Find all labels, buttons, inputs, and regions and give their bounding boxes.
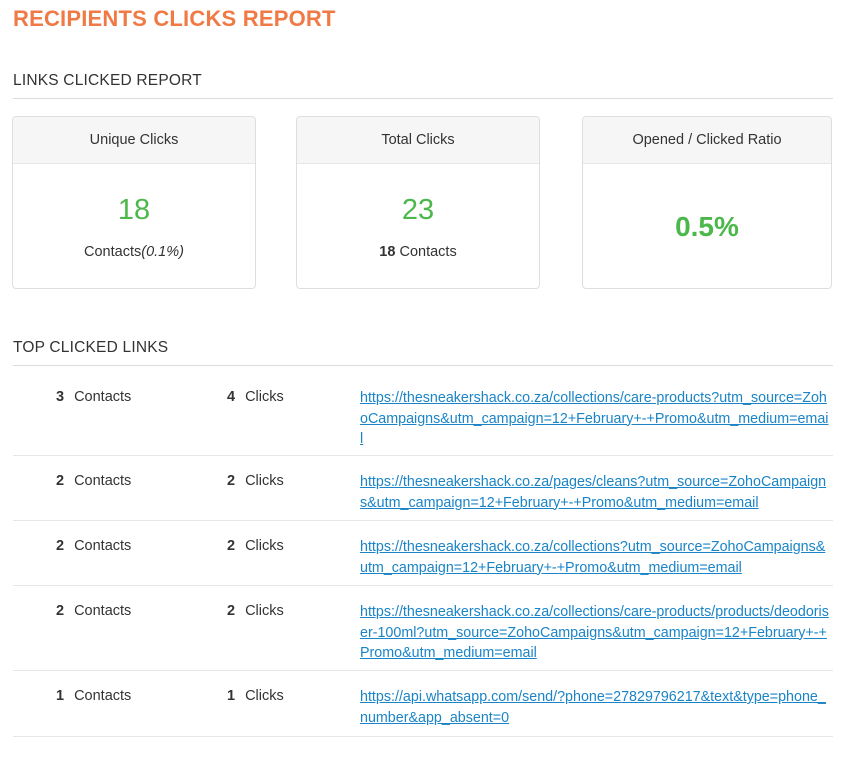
table-row: 1 Contacts 1 Clicks https://api.whatsapp.c… [13,671,833,737]
clicks-cell: 4 Clicks [227,389,284,405]
contacts-label: Contacts [74,389,132,405]
top-links-table: 3 Contacts 4 Clicks https://thesneakershac… [13,372,833,737]
unique-clicks-card: Unique Clicks 18 Contacts(0.1%) [12,116,256,289]
total-clicks-card-title: Total Clicks [297,117,539,164]
table-row: 3 Contacts 4 Clicks https://thesneakershac… [13,372,833,456]
table-row: 2 Contacts 2 Clicks https://thesneakershac… [13,586,833,671]
contacts-cell: 3 Contacts [56,389,131,405]
clicks-cell: 1 Clicks [227,688,284,704]
unique-clicks-value: 18 [117,194,151,226]
contacts-count: 1 [56,688,65,704]
clicks-count: 4 [227,389,236,405]
contacts-count: 2 [56,473,65,489]
ratio-value: 0.5% [675,211,739,242]
unique-clicks-contacts-label: Contacts [84,244,142,260]
clicks-count: 2 [227,473,236,489]
link-url[interactable]: https://thesneakershack.co.za/collection… [360,537,830,578]
table-row: 2 Contacts 2 Clicks https://thesneakershac… [13,521,833,586]
table-row: 2 Contacts 2 Clicks https://thesneakershac… [13,456,833,521]
link-url[interactable]: https://api.whatsapp.com/send/?phone=278… [360,687,830,728]
total-clicks-contacts-count: 18 [379,244,396,260]
contacts-cell: 2 Contacts [56,603,131,619]
total-clicks-contacts-label: Contacts [399,244,457,260]
links-clicked-report-heading: LINKS CLICKED REPORT [13,72,833,99]
contacts-count: 3 [56,389,65,405]
top-clicked-links-heading: TOP CLICKED LINKS [13,339,833,366]
clicks-count: 1 [227,688,236,704]
opened-clicked-ratio-card: Opened / Clicked Ratio 0.5% [582,116,832,289]
total-clicks-subtext: 18 Contacts [297,244,539,260]
contacts-label: Contacts [74,688,132,704]
clicks-cell: 2 Clicks [227,603,284,619]
contacts-cell: 2 Contacts [56,538,131,554]
clicks-cell: 2 Clicks [227,473,284,489]
ratio-card-title: Opened / Clicked Ratio [583,117,831,164]
unique-clicks-card-title: Unique Clicks [13,117,255,164]
contacts-count: 2 [56,538,65,554]
clicks-label: Clicks [245,688,284,704]
clicks-count: 2 [227,603,236,619]
clicks-label: Clicks [245,538,284,554]
contacts-count: 2 [56,603,65,619]
clicks-label: Clicks [245,473,284,489]
link-url[interactable]: https://thesneakershack.co.za/collection… [360,388,830,450]
contacts-cell: 2 Contacts [56,473,131,489]
clicks-count: 2 [227,538,236,554]
unique-clicks-subtext: Contacts(0.1%) [13,244,255,260]
contacts-label: Contacts [74,603,132,619]
link-url[interactable]: https://thesneakershack.co.za/collection… [360,602,830,664]
link-url[interactable]: https://thesneakershack.co.za/pages/clea… [360,472,830,513]
clicks-label: Clicks [245,603,284,619]
clicks-cell: 2 Clicks [227,538,284,554]
contacts-label: Contacts [74,473,132,489]
total-clicks-value: 23 [401,194,435,226]
total-clicks-card: Total Clicks 23 18 Contacts [296,116,540,289]
page-title: RECIPIENTS CLICKS REPORT [13,6,336,31]
unique-clicks-percent: (0.1%) [141,244,184,260]
clicks-label: Clicks [245,389,284,405]
contacts-cell: 1 Contacts [56,688,131,704]
contacts-label: Contacts [74,538,132,554]
